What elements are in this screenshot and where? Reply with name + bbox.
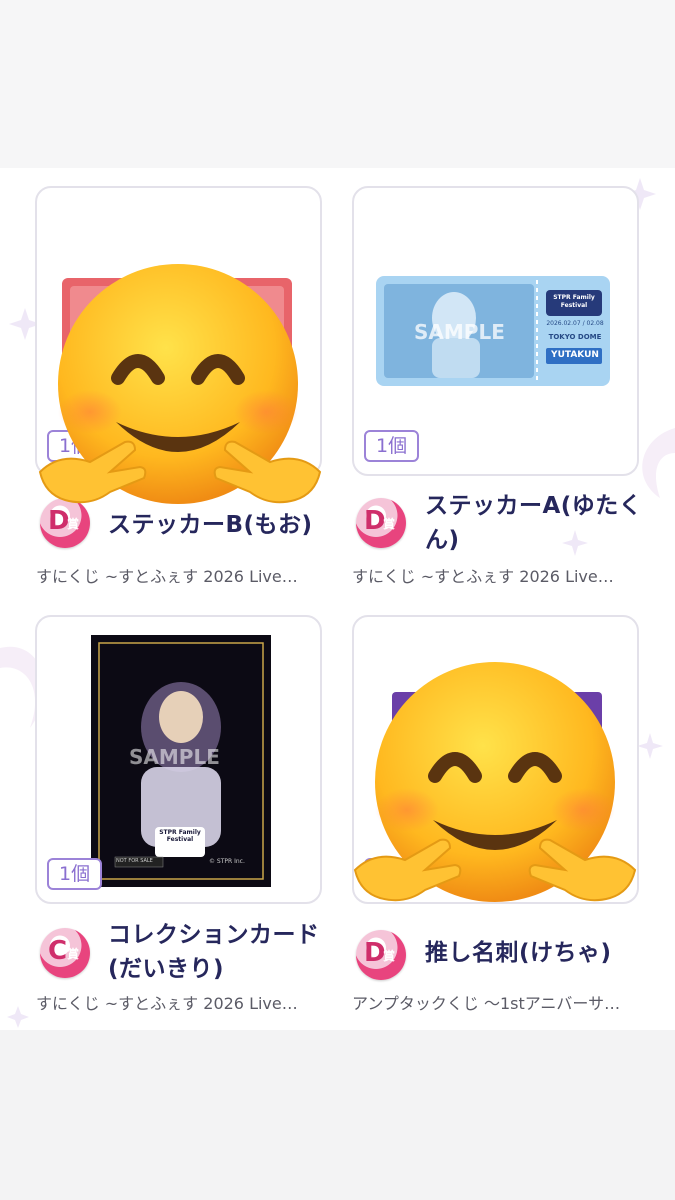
prize-title[interactable]: コレクションカード(だいきり): [108, 918, 328, 986]
lottery-name: すにくじ ~すとふぇす 2026 Live…: [36, 994, 298, 1013]
quantity-badge: 1個: [47, 858, 103, 890]
ticket-name: YUTAKUN: [551, 350, 599, 360]
prize-card-2[interactable]: SAMPLE STPR Family Festival 2026.02.07 /…: [352, 186, 639, 476]
card-copyright: © STPR Inc.: [209, 858, 245, 865]
hugging-face-emoji-icon: [38, 264, 322, 504]
prize-title[interactable]: 推し名刺(けちゃ): [425, 936, 645, 970]
quantity-badge: 1個: [364, 430, 420, 462]
not-for-sale-label: NOT FOR SALE: [116, 858, 153, 864]
card-watermark: SAMPLE: [129, 745, 220, 769]
top-blank-area: [0, 0, 675, 168]
lottery-name: すにくじ ~すとふぇす 2026 Live…: [352, 567, 614, 586]
lottery-name: すにくじ ~すとふぇす 2026 Live…: [36, 567, 298, 586]
ticket-watermark: SAMPLE: [414, 320, 505, 344]
prize-rank-badge: D 賞: [356, 498, 406, 548]
ticket-venue: TOKYO DOME: [548, 333, 602, 341]
ticket-date: 2026.02.07 / 02.08: [546, 320, 604, 327]
prize-title[interactable]: ステッカーA(ゆたくん): [425, 489, 645, 557]
prize-rank-badge: C 賞: [40, 928, 90, 978]
lottery-name: アンプタックくじ 〜1stアニバーサ…: [352, 994, 621, 1013]
card-logo: STPR Family Festival: [159, 829, 201, 843]
prize-card-3[interactable]: SAMPLE STPR Family Festival NOT FOR SALE…: [35, 615, 322, 904]
hugging-face-emoji-icon: [353, 662, 637, 902]
bottom-blank-area: [0, 1030, 675, 1200]
ticket-logo: STPR Family Festival: [553, 294, 595, 309]
